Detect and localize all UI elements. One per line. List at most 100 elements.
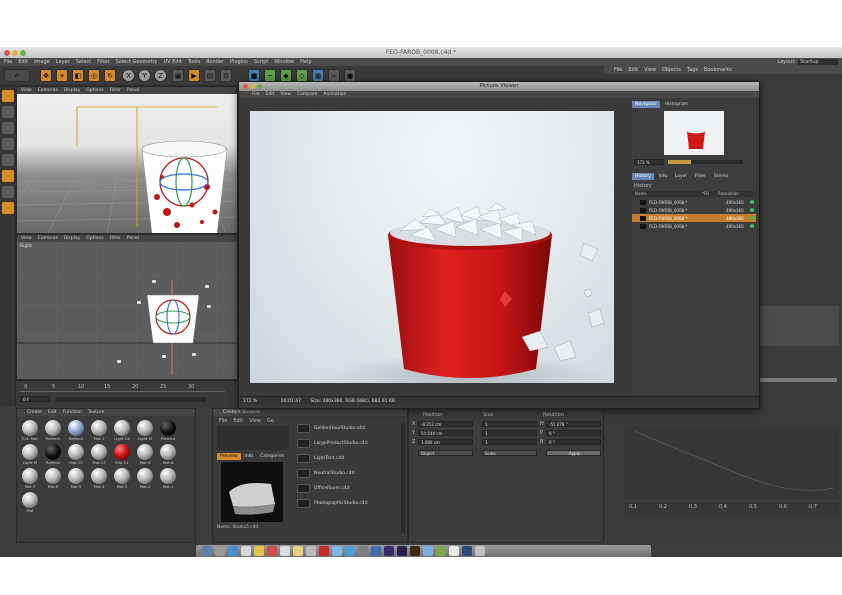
right-viewport[interactable]: View Cameras Display Options Filter Pane…: [16, 234, 238, 380]
material-swatch[interactable]: Mat.15: [65, 444, 87, 465]
menu-filter[interactable]: Filter: [97, 58, 109, 66]
zoom-slider[interactable]: [668, 160, 743, 164]
menu-script[interactable]: Script: [254, 58, 269, 66]
dock-app-icon[interactable]: [267, 546, 277, 556]
tab-navigator[interactable]: Navigator: [632, 101, 661, 108]
menu-help[interactable]: Help: [300, 58, 311, 66]
axis-mode-icon[interactable]: [2, 186, 14, 198]
zoom-window-icon[interactable]: [257, 84, 262, 89]
menu-select[interactable]: Select: [76, 58, 91, 66]
material-swatch[interactable]: Ext. Mat: [19, 420, 41, 441]
tab-layer[interactable]: Layer: [672, 173, 691, 180]
scale-tool-button[interactable]: +: [56, 69, 68, 82]
pv-menu-compare[interactable]: Compare: [297, 91, 317, 98]
dock-app-icon[interactable]: [280, 546, 290, 556]
size-mode-select[interactable]: Scale: [482, 450, 537, 456]
menu-image[interactable]: Image: [34, 58, 50, 66]
dock-app-icon[interactable]: [449, 546, 459, 556]
tab-info[interactable]: Info: [242, 453, 257, 460]
coordinate-mode-select[interactable]: Object: [418, 450, 473, 456]
dock-app-icon[interactable]: [358, 546, 368, 556]
content-menu-go[interactable]: Go: [267, 418, 274, 424]
size-x-field[interactable]: 1: [482, 421, 537, 427]
dock-app-icon[interactable]: [371, 546, 381, 556]
dock-app-icon[interactable]: [241, 546, 251, 556]
recent-tool-button[interactable]: ↻: [104, 69, 116, 82]
tab-info[interactable]: Info: [656, 173, 671, 180]
layout-select[interactable]: Startup: [798, 59, 838, 65]
polygons-mode-icon[interactable]: [2, 170, 14, 182]
position-z-field[interactable]: 1.066 cm: [418, 439, 473, 445]
apply-button[interactable]: Apply: [546, 450, 601, 456]
list-item[interactable]: GoldenHourStudio.c4d: [297, 422, 365, 434]
rotation-h-field[interactable]: -51.078 °: [546, 421, 601, 427]
x-axis-lock-button[interactable]: X: [122, 69, 135, 82]
material-swatch[interactable]: Mat.5: [65, 468, 87, 489]
material-swatch[interactable]: Mat.2: [134, 468, 156, 489]
material-swatch[interactable]: Mat.9: [134, 444, 156, 465]
render-to-picture-viewer-button[interactable]: ▤: [204, 69, 216, 82]
material-swatch[interactable]: Mat.7: [19, 468, 41, 489]
tab-histogram[interactable]: Histogram: [662, 101, 691, 108]
rendered-image[interactable]: [250, 111, 614, 383]
material-swatch[interactable]: Mat.4: [88, 468, 110, 489]
dock-app-icon[interactable]: [436, 546, 446, 556]
list-item[interactable]: PhotographicStudio.c4d: [297, 497, 368, 509]
rotate-tool-button[interactable]: ◧: [72, 69, 84, 82]
menu-layer[interactable]: Layer: [56, 58, 70, 66]
tab-history[interactable]: History: [632, 173, 655, 180]
position-y-field[interactable]: 54.544 cm: [418, 430, 473, 436]
menu-window[interactable]: Window: [274, 58, 294, 66]
zoom-window-icon[interactable]: [20, 50, 26, 56]
material-swatch[interactable]: Mat.11: [111, 444, 133, 465]
pv-menu-file[interactable]: File: [252, 91, 260, 98]
material-swatch[interactable]: Mat.1: [88, 420, 110, 441]
snap-icon[interactable]: [2, 202, 14, 214]
object-menu-tags[interactable]: Tags: [687, 66, 698, 74]
coordinate-system-button[interactable]: ▣: [172, 69, 184, 82]
history-row[interactable]: FEO-FAROB_0008 * 480x360: [632, 214, 756, 222]
object-menu-file[interactable]: File: [614, 66, 622, 74]
content-scrollbar[interactable]: [401, 423, 405, 533]
close-window-icon[interactable]: [4, 50, 10, 56]
menu-tools[interactable]: Tools: [188, 58, 200, 66]
dock-app-icon[interactable]: [215, 546, 225, 556]
dock-app-icon[interactable]: [293, 546, 303, 556]
object-menu-objects[interactable]: Objects: [662, 66, 681, 74]
material-swatch[interactable]: Light M: [134, 420, 156, 441]
render-view-button[interactable]: ▶: [188, 69, 200, 82]
current-frame-field[interactable]: 0 F: [20, 396, 50, 402]
dock-app-icon[interactable]: [410, 546, 420, 556]
dock-app-icon[interactable]: [384, 546, 394, 556]
folder-tree[interactable]: [217, 426, 289, 450]
render-settings-button[interactable]: ⚙: [220, 69, 232, 82]
material-swatch[interactable]: Mat.1: [157, 468, 179, 489]
material-swatch[interactable]: Light Ca: [111, 420, 133, 441]
menu-select-geometry[interactable]: Select Geometry: [116, 58, 158, 66]
pv-menu-animation[interactable]: Animation: [323, 91, 346, 98]
tab-stereo[interactable]: Stereo: [711, 173, 732, 180]
dock-app-icon[interactable]: [228, 546, 238, 556]
dock-app-icon[interactable]: [397, 546, 407, 556]
model-mode-icon[interactable]: [2, 106, 14, 118]
y-axis-lock-button[interactable]: Y: [138, 69, 151, 82]
content-menu-file[interactable]: File: [219, 418, 227, 424]
position-x-field[interactable]: -0.212 cm: [418, 421, 473, 427]
object-menu-bookmarks[interactable]: Bookmarks: [704, 66, 732, 74]
material-swatch[interactable]: Light M: [19, 444, 41, 465]
move-tool-button[interactable]: ✥: [40, 69, 52, 82]
menu-edit[interactable]: Edit: [18, 58, 28, 66]
menu-uv-edit[interactable]: UV Edit: [163, 58, 181, 66]
attribute-slider[interactable]: [759, 378, 837, 382]
material-swatch[interactable]: Mat: [19, 492, 41, 513]
menu-render[interactable]: Render: [206, 58, 224, 66]
make-editable-icon[interactable]: [2, 90, 14, 102]
z-axis-lock-button[interactable]: Z: [154, 69, 167, 82]
rotation-p-field[interactable]: 0 °: [546, 430, 601, 436]
material-menu-create[interactable]: Create: [27, 409, 42, 416]
list-item[interactable]: LargeProductStudio.c4d: [297, 437, 368, 449]
rotation-b-field[interactable]: 0 °: [546, 439, 601, 445]
material-swatch[interactable]: Reflecti: [42, 420, 64, 441]
close-window-icon[interactable]: [243, 84, 248, 89]
size-y-field[interactable]: 1: [482, 430, 537, 436]
